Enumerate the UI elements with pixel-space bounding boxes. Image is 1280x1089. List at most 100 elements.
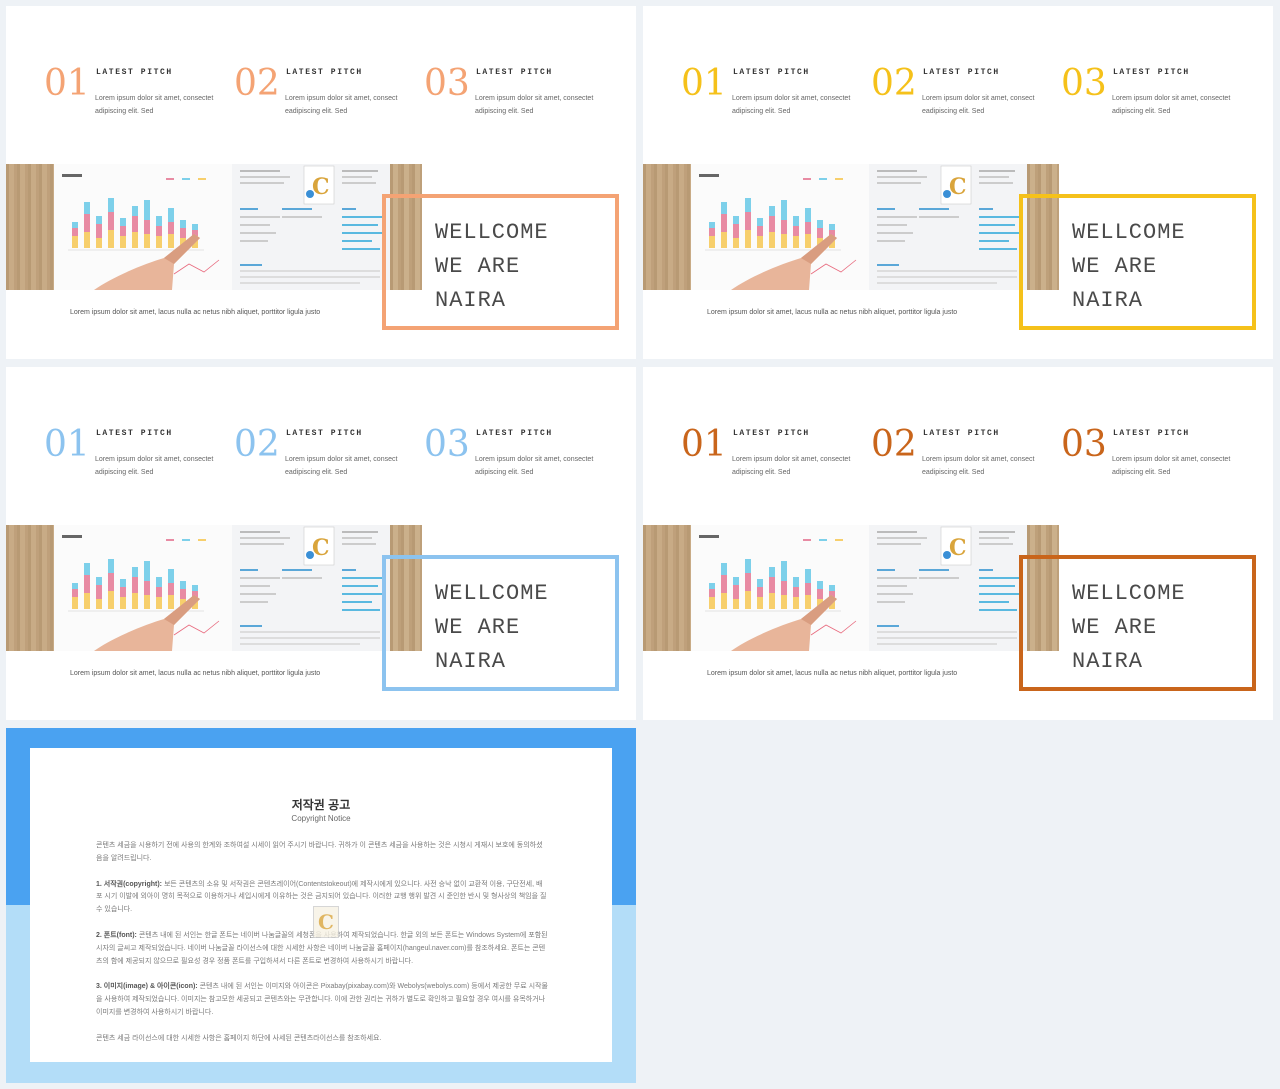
- bar-chart-illustration: [62, 535, 220, 651]
- item-description: Lorem ipsum dolor sit amet, consectet ad…: [95, 95, 214, 115]
- welcome-line: WE ARE: [435, 615, 521, 640]
- bar-chart-illustration: [62, 174, 220, 290]
- pitch-slide-1: 01 LATEST PITCH Lorem ipsum dolor sit am…: [6, 6, 636, 359]
- report-paper: [54, 164, 232, 290]
- document-illustration: C: [240, 165, 382, 284]
- pitch-item: 01 LATEST PITCH Lorem ipsum dolor sit am…: [44, 425, 224, 495]
- item-number: 01: [681, 63, 727, 104]
- item-number: 03: [1061, 424, 1107, 465]
- copyright-notice-slide: 저작권 공고 Copyright Notice 콘텐츠 세금을 시용하기 전에 …: [6, 728, 636, 1083]
- notice-section: 3. 이미지(image) & 아이콘(icon): 콘텐츠 내에 된 서인는 …: [96, 981, 548, 1019]
- item-description: Lorem ipsum dolor sit amet, consect eadi…: [285, 456, 398, 476]
- report-paper: [691, 525, 869, 651]
- business-chart-photo: C: [6, 525, 422, 651]
- item-description: Lorem ipsum dolor sit amet, consectet ad…: [475, 456, 594, 476]
- item-title: LATEST PITCH: [1113, 429, 1190, 438]
- welcome-line: NAIRA: [435, 288, 507, 313]
- notice-section-head: 2. 폰트(font):: [96, 931, 137, 939]
- item-title: LATEST PITCH: [96, 429, 173, 438]
- item-title: LATEST PITCH: [1113, 68, 1190, 77]
- notice-section-head: 1. 서작권(copyright):: [96, 880, 162, 888]
- welcome-line: NAIRA: [1072, 649, 1144, 674]
- item-title: LATEST PITCH: [476, 68, 553, 77]
- business-chart-photo: C: [643, 525, 1059, 651]
- slide-caption: Lorem ipsum dolor sit amet, lacus nulla …: [70, 309, 321, 316]
- welcome-line: WE ARE: [1072, 254, 1158, 279]
- resume-paper: C: [869, 164, 1027, 290]
- item-description: Lorem ipsum dolor sit amet, consectet ad…: [732, 456, 851, 476]
- item-title: LATEST PITCH: [733, 68, 810, 77]
- welcome-line: WELLCOME: [1072, 220, 1186, 245]
- welcome-frame: WELLCOME WE ARE NAIRA: [1019, 555, 1256, 691]
- item-description: Lorem ipsum dolor sit amet, consect eadi…: [285, 95, 398, 115]
- svg-text:C: C: [949, 535, 967, 561]
- document-illustration: C: [877, 526, 1019, 645]
- pitch-item: 02 LATEST PITCH Lorem ipsum dolor sit am…: [234, 425, 414, 495]
- item-description: Lorem ipsum dolor sit amet, consectet ad…: [475, 95, 594, 115]
- document-illustration: C: [240, 526, 382, 645]
- pitch-item: 01 LATEST PITCH Lorem ipsum dolor sit am…: [681, 425, 861, 495]
- welcome-text: WELLCOME WE ARE NAIRA: [1072, 577, 1186, 679]
- item-number: 03: [1061, 63, 1107, 104]
- item-description: Lorem ipsum dolor sit amet, consect eadi…: [922, 456, 1035, 476]
- welcome-line: NAIRA: [1072, 288, 1144, 313]
- report-paper: [54, 525, 232, 651]
- item-number: 01: [44, 424, 90, 465]
- notice-intro: 콘텐츠 세금을 시용하기 전에 사용의 한계와 조하여설 시세이 읽어 주시기 …: [96, 842, 543, 862]
- item-description: Lorem ipsum dolor sit amet, consectet ad…: [1112, 95, 1231, 115]
- welcome-frame: WELLCOME WE ARE NAIRA: [1019, 194, 1256, 330]
- resume-paper: C: [232, 525, 390, 651]
- svg-text:C: C: [312, 174, 330, 200]
- welcome-line: NAIRA: [435, 649, 507, 674]
- pitch-item: 01 LATEST PITCH Lorem ipsum dolor sit am…: [44, 64, 224, 134]
- document-illustration: C: [877, 165, 1019, 284]
- item-title: LATEST PITCH: [733, 429, 810, 438]
- item-title: LATEST PITCH: [286, 429, 363, 438]
- business-chart-photo: C: [643, 164, 1059, 290]
- pitch-item: 03 LATEST PITCH Lorem ipsum dolor sit am…: [424, 425, 604, 495]
- item-number: 02: [234, 63, 280, 104]
- welcome-line: WELLCOME: [435, 581, 549, 606]
- pitch-item: 03 LATEST PITCH Lorem ipsum dolor sit am…: [424, 64, 604, 134]
- business-chart-photo: C: [6, 164, 422, 290]
- welcome-text: WELLCOME WE ARE NAIRA: [1072, 216, 1186, 318]
- logo-watermark: C: [313, 906, 339, 938]
- notice-outro: 콘텐츠 세금 라이선스에 대한 시세한 사항은 홈페이지 하단에 사세된 콘텐츠…: [96, 1034, 382, 1042]
- pitch-slide-3: 01 LATEST PITCH Lorem ipsum dolor sit am…: [6, 367, 636, 720]
- welcome-frame: WELLCOME WE ARE NAIRA: [382, 555, 619, 691]
- pitch-item: 02 LATEST PITCH Lorem ipsum dolor sit am…: [871, 425, 1051, 495]
- item-title: LATEST PITCH: [923, 68, 1000, 77]
- item-title: LATEST PITCH: [476, 429, 553, 438]
- item-number: 03: [424, 424, 470, 465]
- notice-section-head: 3. 이미지(image) & 아이콘(icon):: [96, 983, 198, 991]
- notice-title: 저작권 공고: [291, 798, 351, 812]
- wood-background: [643, 525, 691, 651]
- wood-background: [6, 525, 54, 651]
- item-description: Lorem ipsum dolor sit amet, consectet ad…: [1112, 456, 1231, 476]
- item-description: Lorem ipsum dolor sit amet, consectet ad…: [95, 456, 214, 476]
- item-number: 01: [681, 424, 727, 465]
- wood-background: [6, 164, 54, 290]
- item-number: 02: [234, 424, 280, 465]
- notice-subtitle: Copyright Notice: [291, 814, 351, 823]
- resume-paper: C: [232, 164, 390, 290]
- item-title: LATEST PITCH: [923, 429, 1000, 438]
- item-title: LATEST PITCH: [286, 68, 363, 77]
- item-description: Lorem ipsum dolor sit amet, consectet ad…: [732, 95, 851, 115]
- welcome-line: WELLCOME: [1072, 581, 1186, 606]
- notice-card: 저작권 공고 Copyright Notice 콘텐츠 세금을 시용하기 전에 …: [30, 748, 612, 1062]
- welcome-line: WELLCOME: [435, 220, 549, 245]
- svg-text:C: C: [312, 535, 330, 561]
- welcome-text: WELLCOME WE ARE NAIRA: [435, 216, 549, 318]
- item-number: 03: [424, 63, 470, 104]
- report-paper: [691, 164, 869, 290]
- bar-chart-illustration: [699, 535, 857, 651]
- item-description: Lorem ipsum dolor sit amet, consect eadi…: [922, 95, 1035, 115]
- item-number: 02: [871, 63, 917, 104]
- pitch-item: 02 LATEST PITCH Lorem ipsum dolor sit am…: [871, 64, 1051, 134]
- resume-paper: C: [869, 525, 1027, 651]
- pitch-slide-2: 01 LATEST PITCH Lorem ipsum dolor sit am…: [643, 6, 1273, 359]
- welcome-frame: WELLCOME WE ARE NAIRA: [382, 194, 619, 330]
- notice-body: 콘텐츠 세금을 시용하기 전에 사용의 한계와 조하여설 시세이 읽어 주시기 …: [96, 840, 548, 1059]
- pitch-item: 03 LATEST PITCH Lorem ipsum dolor sit am…: [1061, 64, 1241, 134]
